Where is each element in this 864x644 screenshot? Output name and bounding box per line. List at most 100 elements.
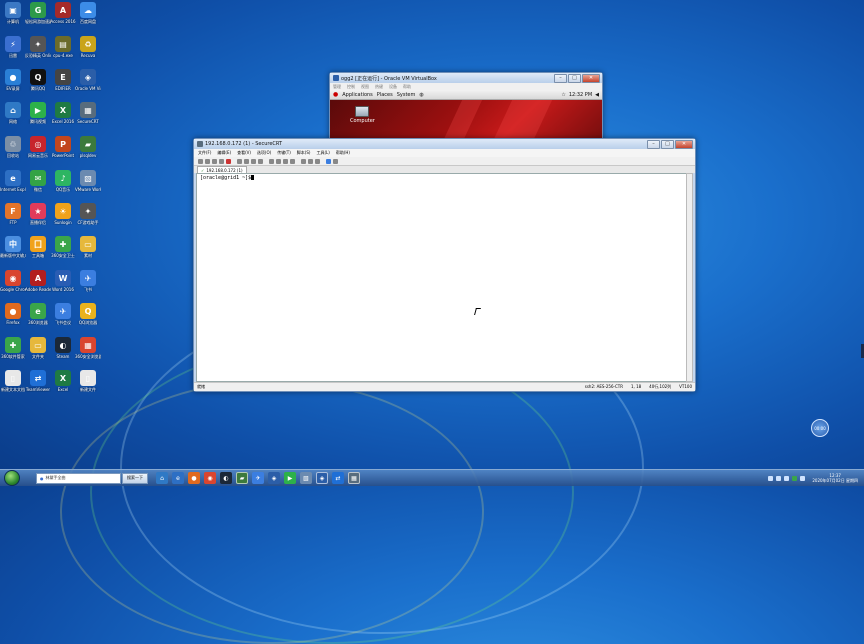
paste-icon[interactable] bbox=[244, 158, 249, 164]
copy-icon[interactable] bbox=[237, 158, 242, 164]
desktop-icon[interactable]: ◉Google Chrome bbox=[0, 270, 26, 292]
disconnect-icon[interactable] bbox=[226, 158, 231, 164]
desktop-icon[interactable]: P PowerPoint bbox=[50, 136, 76, 158]
desktop-icon[interactable]: ▶ 腾讯视频 bbox=[25, 102, 51, 124]
desktop-icon[interactable]: ▦ SecureCRT bbox=[75, 102, 101, 124]
start-button[interactable] bbox=[4, 470, 20, 486]
scrt-titlebar[interactable]: 192.168.0.172 (1) - SecureCRT – □ ✕ bbox=[194, 139, 695, 149]
desktop-icon[interactable]: ▦ 360安全浏览器 bbox=[75, 337, 101, 359]
desktop-icon[interactable]: ▰ plsqldev bbox=[75, 136, 101, 158]
desktop-icon[interactable]: ◐ Steam bbox=[50, 337, 76, 359]
terminal-scrollbar[interactable] bbox=[686, 173, 693, 382]
print-icon[interactable] bbox=[258, 158, 263, 164]
desktop-icon[interactable]: ⌂ 网络 bbox=[0, 102, 26, 124]
taskbar-vmware-icon[interactable]: ▧ bbox=[300, 472, 312, 484]
desktop-icon[interactable]: W Word 2016 bbox=[50, 270, 76, 292]
desktop-icon[interactable]: ● EV录屏 bbox=[0, 69, 26, 91]
menu-file[interactable]: 文件(F) bbox=[198, 150, 211, 156]
volume-icon[interactable] bbox=[784, 475, 790, 481]
desktop-icon[interactable]: ☀ Sunlogin bbox=[50, 203, 76, 225]
desktop-icon[interactable]: ✚ 360软件管家 bbox=[0, 337, 26, 359]
desktop-icon[interactable]: ✉ 微信 bbox=[25, 170, 51, 192]
vbox-titlebar[interactable]: ogg2 [正在运行] - Oracle VM VirtualBox – □ ✕ bbox=[330, 73, 602, 83]
menu-tools[interactable]: 工具(L) bbox=[316, 150, 329, 156]
settings-icon[interactable] bbox=[269, 158, 274, 164]
desktop-icon[interactable]: ✈ 飞书 bbox=[75, 270, 101, 292]
session-tab[interactable]: ✓ 192.168.0.172 (1) bbox=[197, 166, 247, 173]
taskbar-ie-icon[interactable]: e bbox=[172, 472, 184, 484]
desktop-icon[interactable]: E EDIFIER bbox=[50, 69, 76, 91]
taskbar-teamviewer-icon[interactable]: ⇄ bbox=[332, 472, 344, 484]
taskbar-steam-icon[interactable]: ◐ bbox=[220, 472, 232, 484]
menu-transfer[interactable]: 传输(T) bbox=[277, 150, 291, 156]
maximize-button[interactable]: □ bbox=[661, 140, 674, 149]
menu-view[interactable]: 查看(V) bbox=[237, 150, 251, 156]
desktop-icon[interactable]: ★ 直播伴侣 bbox=[25, 203, 51, 225]
terminal-area[interactable]: [oracle@grid1 ~]$ bbox=[196, 173, 687, 382]
desktop-icon[interactable]: ♻ Recuva bbox=[75, 36, 101, 58]
vbox-menu-item[interactable]: 设备 bbox=[389, 84, 397, 90]
vbox-menu-item[interactable]: 视图 bbox=[361, 84, 369, 90]
desktop-icon[interactable]: Q QQ浏览器 bbox=[75, 303, 101, 325]
desktop-icon[interactable]: ♲ 回收站 bbox=[0, 136, 26, 158]
desktop-icon[interactable]: A Access 2016 bbox=[50, 2, 76, 24]
desktop-icon[interactable]: ▯ 新建文本文档 bbox=[0, 370, 26, 392]
desktop-icon[interactable]: X Excel 2016 bbox=[50, 102, 76, 124]
taskbar-firefox-icon[interactable]: ● bbox=[188, 472, 200, 484]
desktop-icon[interactable]: X Excel bbox=[50, 370, 76, 392]
keyboard-icon[interactable] bbox=[768, 475, 774, 481]
desktop-icon[interactable]: 囗工具箱 bbox=[25, 236, 51, 258]
vbox-menu-item[interactable]: 管理 bbox=[333, 84, 341, 90]
help-icon[interactable] bbox=[326, 158, 331, 164]
desktop-icon[interactable]: G 轻松网游加速器 bbox=[25, 2, 51, 24]
floating-recorder-button[interactable]: 00:00 bbox=[811, 419, 829, 437]
security-icon[interactable] bbox=[792, 475, 798, 481]
menu-script[interactable]: 脚本(S) bbox=[297, 150, 311, 156]
taskbar-search-input[interactable]: ● 林黛手全曲 bbox=[36, 472, 121, 484]
search-button[interactable]: 搜索一下 bbox=[122, 472, 148, 484]
taskbar-virtualbox-icon[interactable]: ◈ bbox=[268, 472, 280, 484]
desktop-icon[interactable]: ◈Oracle VM VirtualBox bbox=[75, 69, 101, 91]
desktop-icon[interactable]: ▭ 素材 bbox=[75, 236, 101, 258]
script-icon[interactable] bbox=[301, 158, 306, 164]
desktop-icon[interactable]: ✦反恐精英 Online bbox=[25, 36, 51, 58]
connect-icon[interactable] bbox=[198, 158, 203, 164]
desktop-icon[interactable]: 中最新版中文输入 bbox=[0, 236, 26, 258]
taskbar-clock[interactable]: 12:37 2020年07月02日 星期四 bbox=[812, 473, 858, 483]
input-method-icon[interactable] bbox=[800, 475, 806, 481]
desktop-icon[interactable]: eInternet Explorer bbox=[0, 170, 26, 192]
speaker-icon[interactable]: ◀ bbox=[595, 92, 599, 98]
panel-clock[interactable]: 12:32 PM bbox=[569, 92, 592, 98]
vbox-menu-item[interactable]: 热键 bbox=[375, 84, 383, 90]
desktop-icon[interactable]: ✚ 360安全卫士 bbox=[50, 236, 76, 258]
taskbar-chrome-icon[interactable]: ◉ bbox=[204, 472, 216, 484]
desktop-icon[interactable]: ● Firefox bbox=[0, 303, 26, 325]
desktop-icon[interactable]: ✦ CF游戏助手 bbox=[75, 203, 101, 225]
desktop-icon[interactable]: ▯ 新建文件 bbox=[75, 370, 101, 392]
desktop-icon[interactable]: ▤ cpu-4.exe bbox=[50, 36, 76, 58]
session-options-icon[interactable] bbox=[276, 158, 281, 164]
panel-places[interactable]: Places bbox=[377, 92, 393, 98]
desktop-icon[interactable]: e 360浏览器 bbox=[25, 303, 51, 325]
desktop-icon[interactable]: F FTP bbox=[0, 203, 26, 225]
reconnect-icon[interactable] bbox=[219, 158, 224, 164]
about-icon[interactable] bbox=[333, 158, 338, 164]
maximize-button[interactable]: □ bbox=[568, 74, 581, 83]
minimize-button[interactable]: – bbox=[647, 140, 660, 149]
taskbar-plsqldev-icon[interactable]: ▰ bbox=[236, 472, 248, 484]
desktop-icon[interactable]: A Adobe Reader bbox=[25, 270, 51, 292]
close-button[interactable]: ✕ bbox=[675, 140, 693, 149]
key-icon[interactable] bbox=[308, 158, 313, 164]
close-button[interactable]: ✕ bbox=[582, 74, 600, 83]
globe-icon[interactable]: ◍ bbox=[419, 92, 423, 98]
menu-options[interactable]: 选项(O) bbox=[257, 150, 271, 156]
panel-system[interactable]: System bbox=[397, 92, 416, 98]
desktop-icon[interactable]: ✈ 飞书会议 bbox=[50, 303, 76, 325]
desktop-icon[interactable]: ⇄ TeamViewer bbox=[25, 370, 51, 392]
connect-tab-icon[interactable] bbox=[212, 158, 217, 164]
taskbar-video-icon[interactable]: ▶ bbox=[284, 472, 296, 484]
vbox-menu-item[interactable]: 控制 bbox=[347, 84, 355, 90]
sftp-icon[interactable] bbox=[283, 158, 288, 164]
lock-icon[interactable] bbox=[315, 158, 320, 164]
desktop-icon[interactable]: ◎ 网易云音乐 bbox=[25, 136, 51, 158]
